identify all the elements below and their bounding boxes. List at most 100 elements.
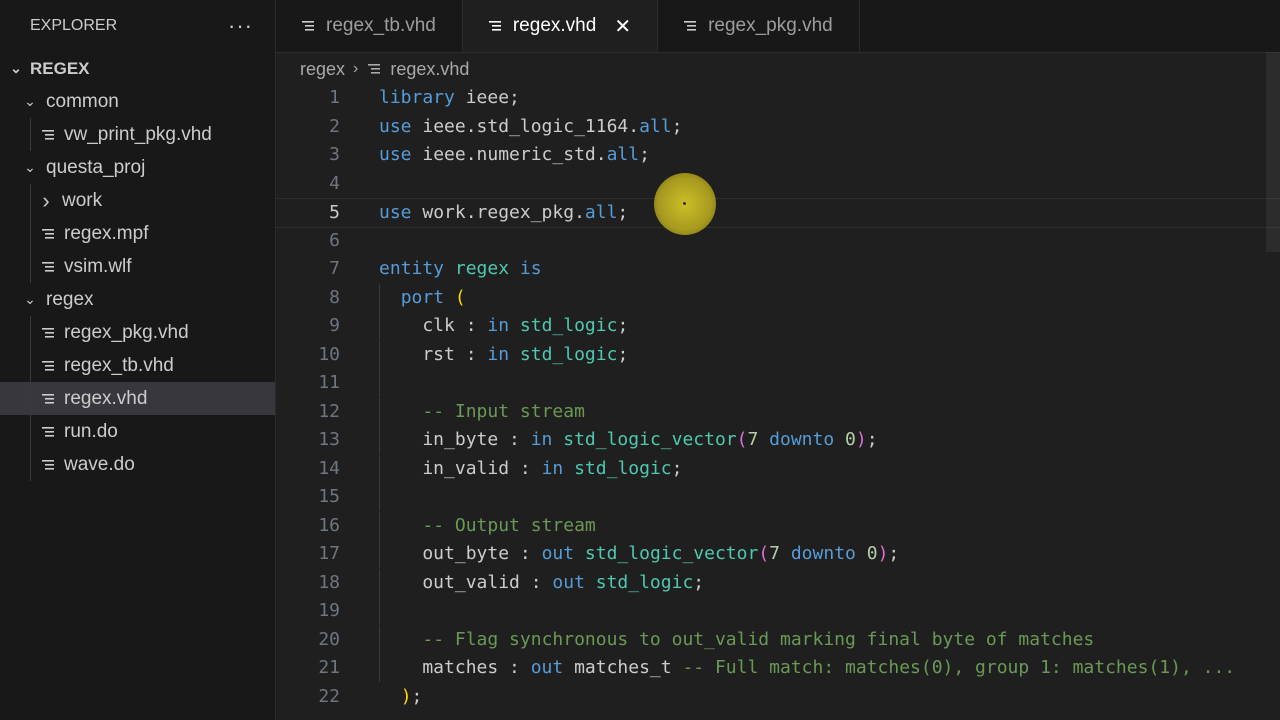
folder-item-questa-proj[interactable]: ⌄ questa_proj bbox=[0, 151, 275, 184]
code-token: port bbox=[400, 286, 445, 308]
tree-item-label: regex bbox=[46, 288, 94, 310]
code-token: ( bbox=[454, 286, 466, 308]
breadcrumb-folder[interactable]: regex bbox=[300, 59, 345, 80]
root-folder-label: REGEX bbox=[30, 58, 90, 78]
code-line[interactable]: 16 -- Output stream bbox=[276, 511, 1280, 540]
mouse-cursor-highlight bbox=[654, 173, 716, 235]
file-item-regex-tb-vhd[interactable]: regex_tb.vhd bbox=[0, 349, 275, 382]
file-item-vw-print-pkg-vhd[interactable]: vw_print_pkg.vhd bbox=[0, 118, 275, 151]
tab-regex-tb[interactable]: regex_tb.vhd bbox=[276, 0, 463, 52]
code-text: use work.regex_pkg.all; bbox=[379, 199, 628, 227]
tree-item-label: common bbox=[46, 90, 119, 112]
code-line[interactable]: 18 out_valid : out std_logic; bbox=[276, 568, 1280, 597]
folder-item-regex[interactable]: ⌄ regex bbox=[0, 283, 275, 316]
vertical-scrollbar[interactable] bbox=[1266, 52, 1280, 252]
code-line[interactable]: 2 use ieee.std_logic_1164.all; bbox=[276, 113, 1280, 141]
indent-guide bbox=[30, 217, 31, 250]
code-text: entity regex is bbox=[379, 255, 542, 283]
code-line[interactable]: 3 use ieee.numeric_std.all; bbox=[276, 141, 1280, 169]
file-item-run-do[interactable]: run.do bbox=[0, 415, 275, 448]
code-token: in bbox=[541, 457, 564, 479]
tab-regex[interactable]: regex.vhd ✕ bbox=[462, 0, 659, 52]
line-number: 21 bbox=[318, 657, 340, 678]
code-token: ; bbox=[639, 144, 650, 165]
file-lines-icon bbox=[42, 129, 54, 141]
breadcrumb-file[interactable]: regex.vhd bbox=[390, 59, 469, 80]
code-line[interactable]: 5 use work.regex_pkg.all; bbox=[276, 198, 1280, 228]
code-line[interactable]: 17 out_byte : out std_logic_vector(7 dow… bbox=[276, 540, 1280, 568]
code-token: out bbox=[541, 543, 575, 564]
code-line[interactable]: 7 entity regex is bbox=[276, 255, 1280, 283]
indent-guide bbox=[30, 118, 31, 151]
folder-item-work[interactable]: › work bbox=[0, 184, 275, 217]
code-token: in_byte : bbox=[379, 429, 531, 450]
code-line[interactable]: 9 clk : in std_logic; bbox=[276, 312, 1280, 340]
code-line[interactable]: 19 bbox=[276, 597, 1280, 625]
code-line[interactable]: 8 port ( bbox=[276, 283, 1280, 312]
line-number: 6 bbox=[329, 229, 340, 251]
code-line[interactable]: 14 in_valid : in std_logic; bbox=[276, 454, 1280, 483]
code-token: ; bbox=[617, 343, 629, 365]
code-token: ; bbox=[617, 202, 629, 223]
code-token: use bbox=[379, 144, 412, 165]
tree-item-label: wave.do bbox=[64, 453, 135, 475]
code-line[interactable]: 11 bbox=[276, 369, 1280, 397]
file-item-regex-vhd[interactable]: regex.vhd bbox=[0, 382, 275, 415]
code-token: ieee.std_logic_1164. bbox=[411, 115, 640, 137]
code-token: matches_t bbox=[563, 657, 683, 678]
close-tab-icon[interactable]: ✕ bbox=[614, 14, 631, 39]
file-item-vsim-wlf[interactable]: vsim.wlf bbox=[0, 250, 275, 283]
code-token: ; bbox=[671, 115, 683, 137]
code-token: std_logic bbox=[595, 571, 694, 593]
code-line[interactable]: 4 bbox=[276, 170, 1280, 198]
code-text: matches : out matches_t -- Full match: m… bbox=[379, 654, 1235, 682]
line-number: 11 bbox=[318, 372, 340, 393]
code-line[interactable]: 15 bbox=[276, 483, 1280, 511]
code-token: 0 bbox=[845, 429, 856, 450]
code-editor[interactable]: 1 library ieee; 2 use ieee.std_logic_1164.a… bbox=[276, 84, 1280, 720]
indent-guide bbox=[379, 654, 380, 682]
tree-item-label: run.do bbox=[64, 420, 118, 442]
explorer-root-folder[interactable]: ⌄ REGEX bbox=[0, 52, 275, 85]
code-line[interactable]: 6 bbox=[276, 227, 1280, 255]
code-line[interactable]: 10 rst : in std_logic; bbox=[276, 340, 1280, 369]
code-token: entity bbox=[379, 258, 445, 279]
more-actions-icon[interactable]: ··· bbox=[228, 13, 253, 39]
code-line[interactable]: 21 matches : out matches_t -- Full match… bbox=[276, 654, 1280, 682]
indent-guide bbox=[379, 483, 380, 511]
code-token: library bbox=[379, 87, 455, 108]
tab-regex-pkg[interactable]: regex_pkg.vhd bbox=[658, 0, 860, 52]
code-token: -- Input stream bbox=[422, 400, 585, 422]
indent-guide bbox=[379, 511, 380, 540]
chevron-right-icon: › bbox=[353, 60, 359, 77]
code-line[interactable]: 22 ); bbox=[276, 683, 1280, 711]
file-item-regex-mpf[interactable]: regex.mpf bbox=[0, 217, 275, 250]
file-item-regex-pkg-vhd[interactable]: regex_pkg.vhd bbox=[0, 316, 275, 349]
code-token: 0 bbox=[866, 543, 878, 564]
code-token: work.regex_pkg. bbox=[411, 202, 585, 223]
tree-item-label: vsim.wlf bbox=[64, 255, 132, 277]
code-line[interactable]: 13 in_byte : in std_logic_vector(7 downt… bbox=[276, 426, 1280, 454]
code-token: ; bbox=[617, 315, 629, 336]
code-line[interactable]: 20 -- Flag synchronous to out_valid mark… bbox=[276, 625, 1280, 654]
code-token: ; bbox=[671, 457, 683, 479]
code-line[interactable]: 12 -- Input stream bbox=[276, 397, 1280, 426]
code-token: ; bbox=[693, 571, 705, 593]
folder-item-common[interactable]: ⌄ common bbox=[0, 85, 275, 118]
tree-item-label: regex.mpf bbox=[64, 222, 149, 244]
file-item-wave-do[interactable]: wave.do bbox=[0, 448, 275, 481]
code-text: port ( bbox=[379, 284, 466, 312]
chevron-down-icon: ⌄ bbox=[10, 60, 22, 76]
file-lines-icon bbox=[42, 393, 54, 405]
code-line[interactable]: 1 library ieee; bbox=[276, 84, 1280, 112]
code-token: out bbox=[530, 657, 564, 678]
line-number: 14 bbox=[318, 457, 340, 479]
code-text: ); bbox=[379, 683, 423, 711]
